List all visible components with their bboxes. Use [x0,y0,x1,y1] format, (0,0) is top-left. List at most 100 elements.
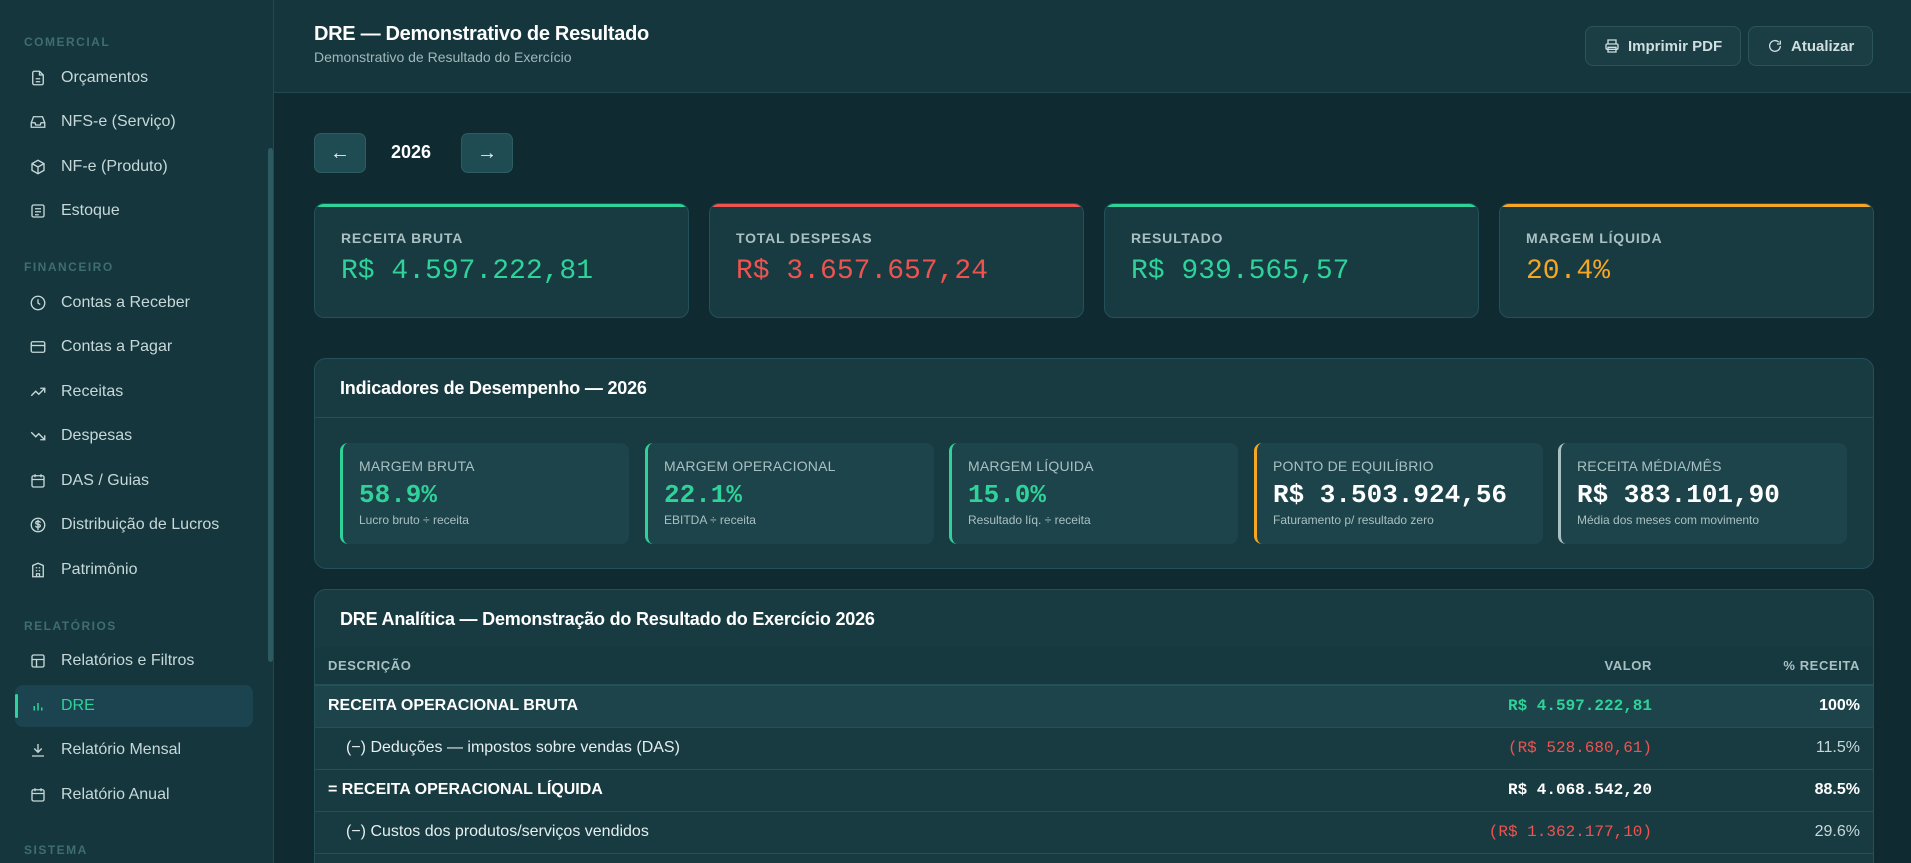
row-value: R$ 4.068.542,20 [1214,769,1665,812]
indicator-label: MARGEM BRUTA [359,458,475,474]
sidebar-item-patrimonio[interactable]: Patrimônio [15,549,253,591]
sidebar-item-das-guias[interactable]: DAS / Guias [15,460,253,502]
sidebar-item-label: Estoque [61,202,120,219]
indicator-note: Média dos meses com movimento [1577,513,1760,527]
sidebar-scrollbar[interactable] [268,148,273,662]
sidebar-section-comercial: COMERCIAL [24,35,111,49]
kpi-label: RECEITA BRUTA [341,230,464,246]
sidebar-item-contas-receber[interactable]: Contas a Receber [15,282,253,324]
sidebar-item-relatorio-mensal[interactable]: Relatório Mensal [15,729,253,771]
next-year-button[interactable]: → [461,133,513,173]
list-box-icon [31,204,45,218]
indicator-label: MARGEM OPERACIONAL [664,458,836,474]
kpi-card-resultado: RESULTADO R$ 939.565,57 [1104,203,1479,318]
refresh-button[interactable]: Atualizar [1748,26,1874,66]
indicator-note: EBITDA ÷ receita [664,513,756,527]
sidebar-item-contas-pagar[interactable]: Contas a Pagar [15,326,253,368]
prev-year-button[interactable]: ← [314,133,366,173]
table-row: RECEITA OPERACIONAL BRUTA R$ 4.597.222,8… [315,685,1873,728]
indicator-label: MARGEM LÍQUIDA [968,458,1094,474]
indicator-value: R$ 383.101,90 [1577,480,1780,510]
sidebar-item-label: NF-e (Produto) [61,158,168,175]
calendar-icon [31,474,45,488]
kpi-accent-bar [1500,204,1873,207]
sidebar-item-despesas[interactable]: Despesas [15,415,253,457]
row-value: R$ 4.597.222,81 [1214,685,1665,728]
dre-title: DRE Analítica — Demonstração do Resultad… [340,609,875,629]
row-value: (R$ 1.362.177,10) [1214,811,1665,854]
sidebar-item-label: Contas a Receber [61,294,190,311]
sidebar-item-label: Contas a Pagar [61,338,173,355]
column-header-pct-receita: % RECEITA [1665,647,1873,686]
sidebar-item-label: Relatório Mensal [61,741,182,758]
indicator-note: Lucro bruto ÷ receita [359,513,469,527]
column-header-descricao: DESCRIÇÃO [315,647,1215,686]
sidebar-item-nfe[interactable]: NF-e (Produto) [15,146,253,188]
sidebar-item-label: Orçamentos [61,69,149,86]
credit-card-icon [30,341,46,353]
sidebar-item-dre[interactable]: DRE [15,685,253,727]
kpi-card-margem-liquida: MARGEM LÍQUIDA 20.4% [1499,203,1874,318]
row-description: RECEITA OPERACIONAL BRUTA [315,685,1215,728]
sidebar-section-financeiro: FINANCEIRO [24,260,114,274]
year-label: 2026 [391,142,432,162]
kpi-value: R$ 4.597.222,81 [341,256,594,287]
trending-up-icon [30,387,46,397]
indicator-margem-liquida: MARGEM LÍQUIDA 15.0% Resultado líq. ÷ re… [949,443,1238,544]
row-pct: 88.5% [1665,769,1873,812]
kpi-accent-bar [710,204,1083,207]
indicator-label: PONTO DE EQUILÍBRIO [1273,458,1434,474]
sidebar-item-distribuicao-lucros[interactable]: Distribuição de Lucros [15,504,253,546]
kpi-label: TOTAL DESPESAS [736,230,873,246]
indicator-receita-media: RECEITA MÉDIA/MÊS R$ 383.101,90 Média do… [1558,443,1847,544]
kpi-card-total-despesas: TOTAL DESPESAS R$ 3.657.657,24 [709,203,1084,318]
table-row: (−) Custos dos produtos/serviços vendido… [315,811,1873,854]
page-subtitle: Demonstrativo de Resultado do Exercício [314,49,572,65]
sidebar-item-relatorio-anual[interactable]: Relatório Anual [15,774,253,816]
print-pdf-button[interactable]: Imprimir PDF [1585,26,1742,66]
refresh-label: Atualizar [1791,37,1855,55]
print-pdf-label: Imprimir PDF [1628,37,1723,55]
kpi-label: RESULTADO [1131,230,1224,246]
sidebar-item-label: Receitas [61,383,124,400]
sidebar-item-orcamentos[interactable]: Orçamentos [15,57,253,99]
sidebar-item-relatorios-filtros[interactable]: Relatórios e Filtros [15,640,253,682]
dollar-circle-icon [30,517,46,533]
download-icon [32,744,44,757]
sidebar-section-relatorios: RELATÓRIOS [24,619,117,633]
row-value: (R$ 528.680,61) [1214,727,1665,770]
layout-icon [31,654,45,668]
inbox-icon [30,116,46,128]
row-pct: 11.5% [1665,727,1873,770]
sidebar-item-label: DRE [61,697,95,714]
kpi-value: R$ 3.657.657,24 [736,256,989,287]
printer-icon [1605,39,1619,53]
sidebar-item-label: DAS / Guias [61,472,150,489]
kpi-accent-bar [1105,204,1478,207]
row-description: (−) Deduções — impostos sobre vendas (DA… [315,727,1215,770]
sidebar-item-label: Patrimônio [61,561,138,578]
indicator-note: Faturamento p/ resultado zero [1273,513,1434,527]
indicator-value: 22.1% [664,480,743,510]
indicator-value: 58.9% [359,480,438,510]
row-description: = RECEITA OPERACIONAL LÍQUIDA [315,769,1215,812]
refresh-icon [1769,39,1781,52]
calendar-icon [31,788,45,802]
kpi-accent-bar [315,204,688,207]
sidebar: COMERCIAL Orçamentos NFS-e (Serviço) NF-… [0,0,274,863]
indicator-margem-bruta: MARGEM BRUTA 58.9% Lucro bruto ÷ receita [340,443,629,544]
indicators-title: Indicadores de Desempenho — 2026 [340,378,647,398]
sidebar-item-nfse[interactable]: NFS-e (Serviço) [15,101,253,143]
sidebar-section-sistema: SISTEMA [24,843,88,857]
kpi-value: 20.4% [1526,256,1611,287]
page-title: DRE — Demonstrativo de Resultado [314,23,649,45]
indicator-value: R$ 3.503.924,56 [1273,480,1508,510]
sidebar-item-estoque[interactable]: Estoque [15,190,253,232]
indicator-margem-operacional: MARGEM OPERACIONAL 22.1% EBITDA ÷ receit… [645,443,934,544]
sidebar-item-label: NFS-e (Serviço) [61,113,176,130]
indicator-label: RECEITA MÉDIA/MÊS [1577,458,1722,474]
box-icon [31,159,45,175]
sidebar-item-receitas[interactable]: Receitas [15,371,253,413]
sidebar-item-label: Relatórios e Filtros [61,652,195,669]
trending-down-icon [30,431,46,441]
